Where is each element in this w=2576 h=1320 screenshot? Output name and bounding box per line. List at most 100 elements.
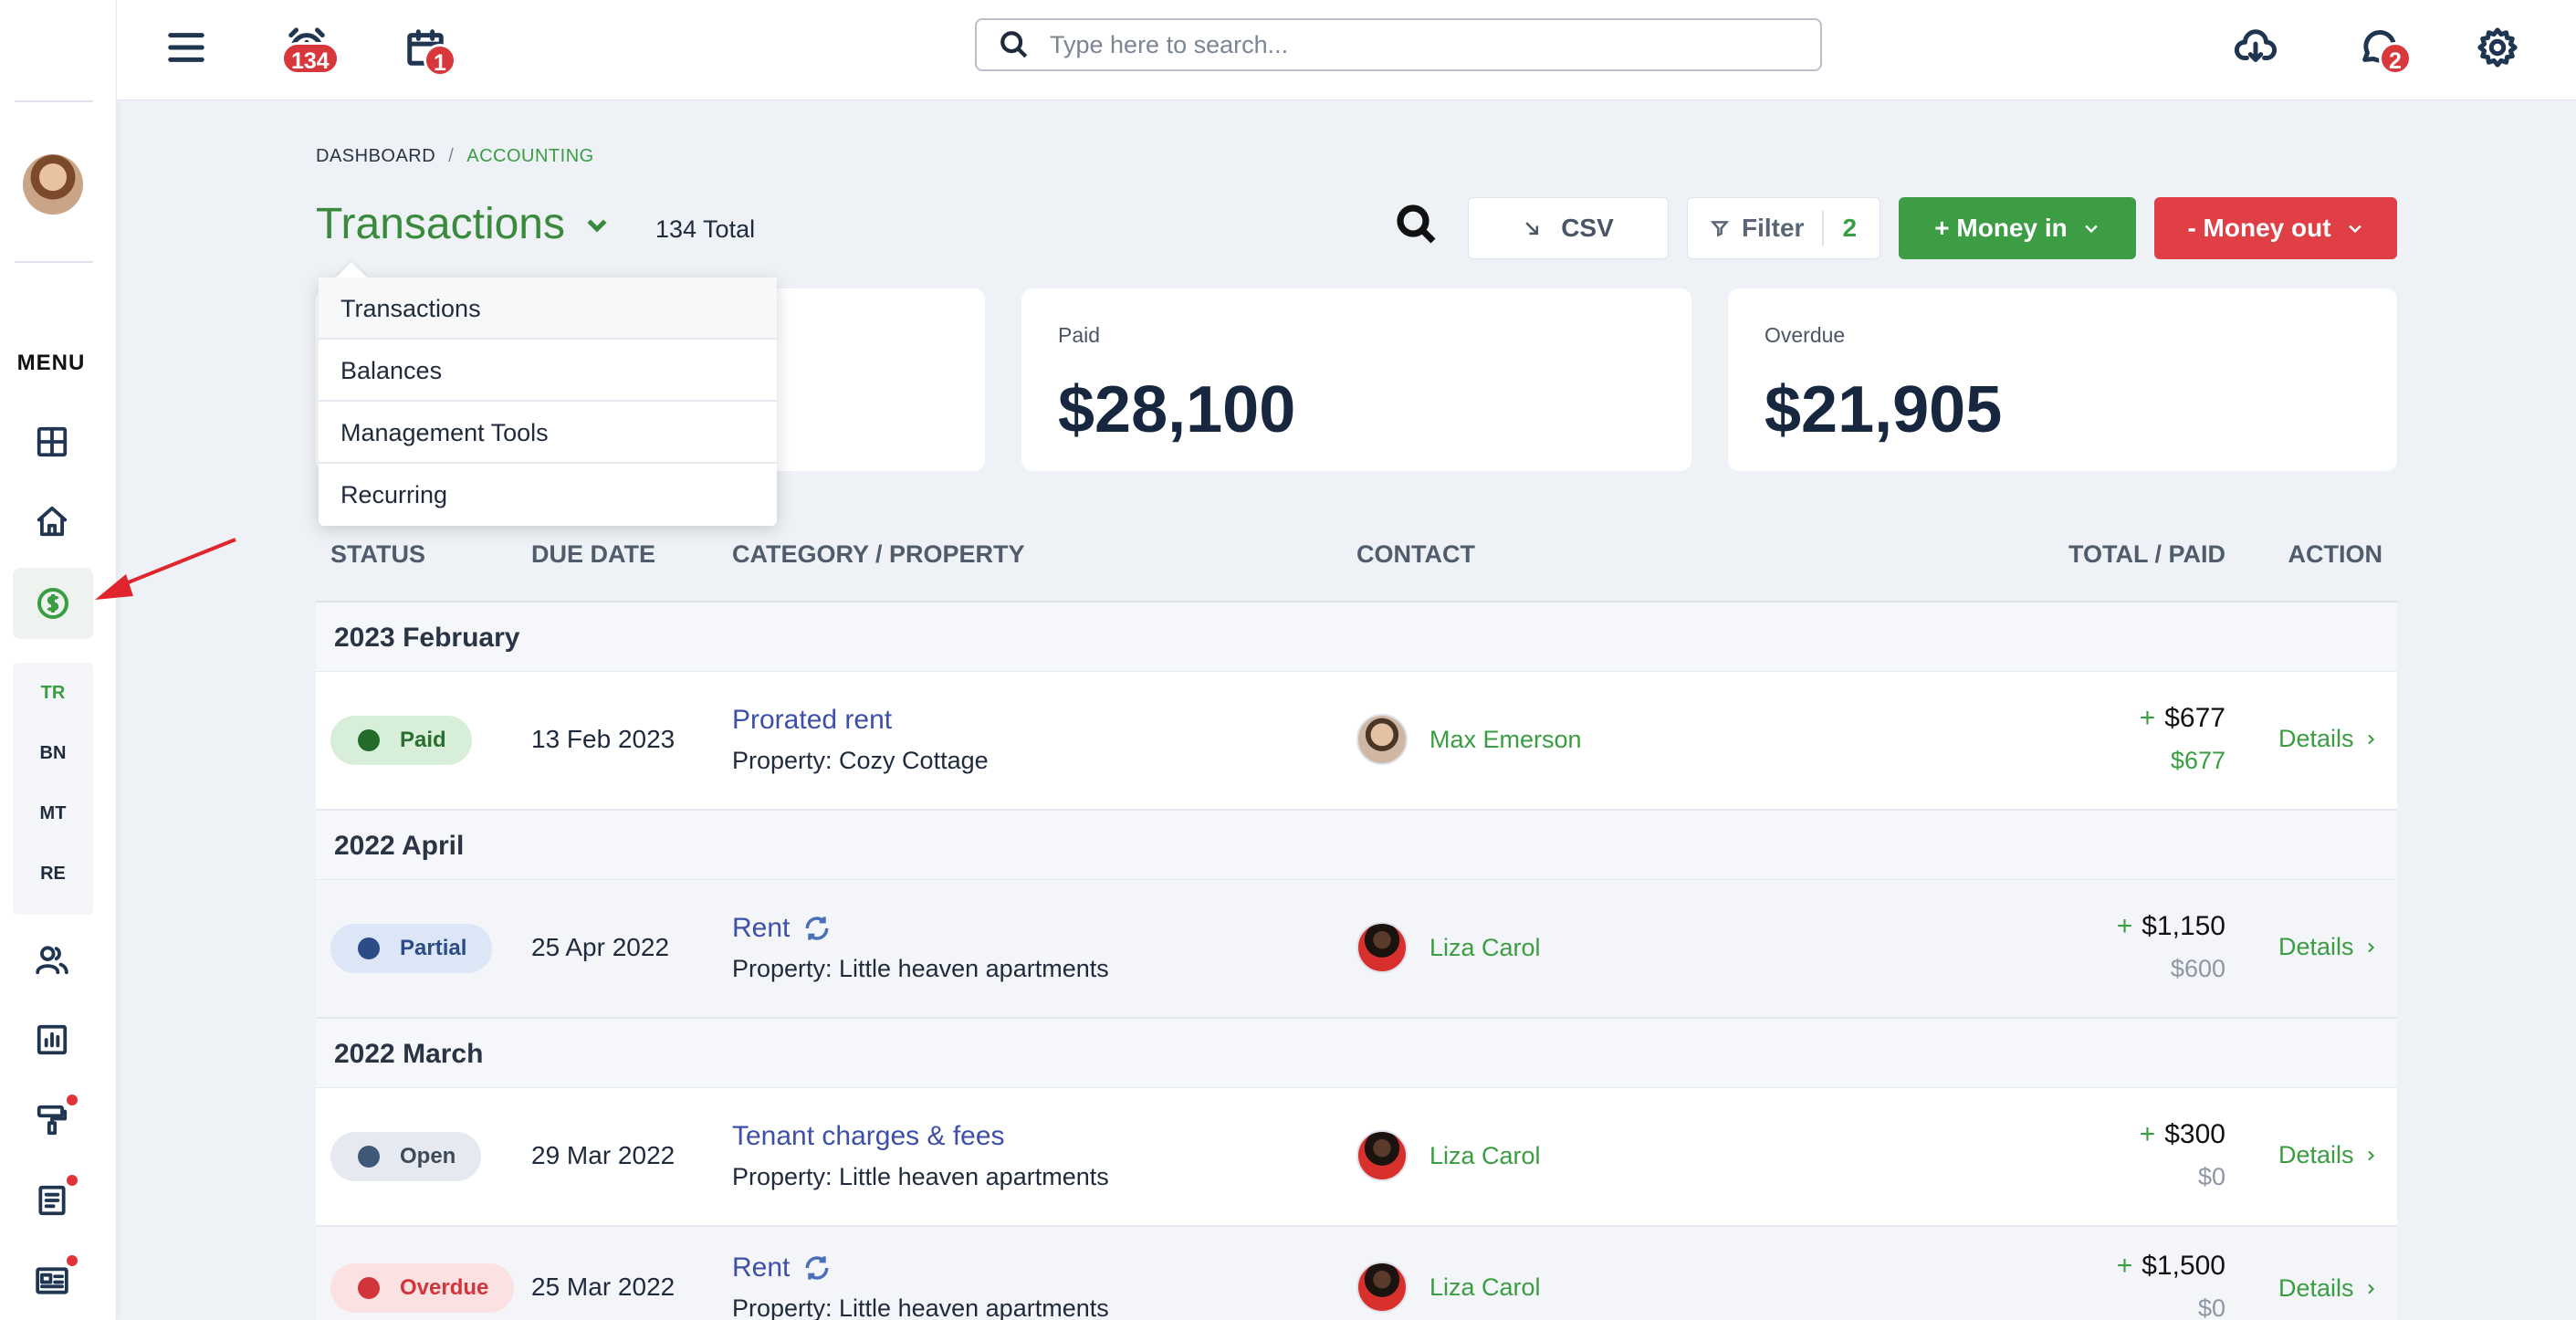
- money-in-button[interactable]: + Money in: [1899, 197, 2136, 259]
- chevron-down-icon: [2085, 225, 2098, 234]
- group-header: 2022 March: [316, 1019, 2397, 1088]
- column-header-due-date[interactable]: DUE DATE: [531, 540, 655, 569]
- details-link[interactable]: Details: [2278, 1141, 2378, 1169]
- category-link[interactable]: Rent: [732, 913, 832, 944]
- contact-avatar: [1356, 922, 1408, 973]
- dropdown-item-management-tools[interactable]: Management Tools: [319, 402, 777, 464]
- pointer-arrow-icon: [95, 538, 236, 600]
- details-link[interactable]: Details: [2278, 725, 2378, 753]
- due-date: 25 Apr 2022: [531, 933, 670, 961]
- breadcrumb-separator: /: [448, 146, 455, 166]
- paid-amount: $0: [2197, 1294, 2225, 1320]
- notification-dot: [67, 1255, 78, 1266]
- arrow-down-right-icon: [1525, 222, 1539, 236]
- due-date: 25 Mar 2022: [531, 1273, 675, 1301]
- sidebar: MENU TR BN MT RE: [0, 0, 117, 1320]
- plus-sign: +: [2116, 911, 2133, 941]
- calendar-count-badge: 1: [424, 44, 456, 77]
- category-link[interactable]: Tenant charges & fees: [732, 1121, 1005, 1152]
- money-out-label: - Money out: [2187, 214, 2331, 242]
- submenu-item-management-tools[interactable]: MT: [13, 783, 93, 843]
- dropdown-item-recurring[interactable]: Recurring: [319, 464, 777, 526]
- total-value: $300: [2164, 1119, 2225, 1149]
- table-search-icon[interactable]: [1395, 203, 1442, 250]
- category-link[interactable]: Rent: [732, 1252, 832, 1283]
- category-label: Tenant charges & fees: [732, 1121, 1005, 1151]
- dropdown-item-transactions[interactable]: Transactions: [319, 278, 777, 340]
- money-out-button[interactable]: - Money out: [2154, 197, 2397, 259]
- hamburger-menu-icon[interactable]: [159, 20, 214, 75]
- top-bar: 134 1 Type here to search... 2: [117, 0, 2576, 100]
- status-label: Paid: [400, 728, 446, 752]
- property-name: Property: Little heaven apartments: [732, 955, 1109, 982]
- settings-gear-icon[interactable]: [2470, 20, 2525, 75]
- contact-link[interactable]: Liza Carol: [1356, 922, 1541, 973]
- status-label: Overdue: [400, 1275, 489, 1300]
- total-count: 134 Total: [655, 215, 756, 243]
- column-header-total[interactable]: TOTAL / PAID: [2068, 540, 2225, 569]
- column-header-status[interactable]: STATUS: [330, 540, 425, 569]
- details-link[interactable]: Details: [2278, 933, 2378, 961]
- clock-icon: [358, 1277, 380, 1299]
- filter-icon: [1710, 221, 1729, 237]
- chevron-right-icon: [2367, 1150, 2374, 1160]
- total-amount: + $300: [2140, 1119, 2225, 1150]
- money-in-label: + Money in: [1934, 214, 2068, 242]
- search-icon: [1000, 31, 1028, 58]
- alerts-count-badge: 134: [281, 42, 340, 75]
- filter-button[interactable]: Filter 2: [1687, 197, 1880, 259]
- table-row[interactable]: Paid 13 Feb 2023 Prorated rent Property:…: [316, 672, 2397, 811]
- dashboard-icon[interactable]: [26, 415, 79, 468]
- contact-link[interactable]: Max Emerson: [1356, 714, 1582, 765]
- csv-export-button[interactable]: CSV: [1468, 197, 1669, 259]
- table-row[interactable]: Overdue 25 Mar 2022 Rent Property: Littl…: [316, 1227, 2397, 1320]
- divider: [1822, 211, 1825, 246]
- table-row[interactable]: Open 29 Mar 2022 Tenant charges & fees P…: [316, 1088, 2397, 1227]
- status-badge: Open: [330, 1132, 482, 1181]
- chevron-right-icon: [2367, 734, 2374, 744]
- avatar[interactable]: [23, 154, 83, 215]
- group-header: 2022 April: [316, 811, 2397, 880]
- home-icon[interactable]: [26, 495, 79, 548]
- accounting-nav-icon[interactable]: [13, 568, 93, 639]
- cloud-download-icon[interactable]: [2228, 20, 2283, 75]
- column-header-contact[interactable]: CONTACT: [1356, 540, 1475, 569]
- contact-link[interactable]: Liza Carol: [1356, 1262, 1541, 1313]
- chevron-down-icon: [2348, 225, 2361, 234]
- card-value: $21,905: [1764, 373, 2003, 446]
- recurring-icon: [805, 1256, 829, 1280]
- submenu-item-recurring[interactable]: RE: [13, 843, 93, 904]
- page-title-dropdown[interactable]: Transactions: [316, 199, 611, 249]
- submenu-item-transactions[interactable]: TR: [13, 663, 93, 723]
- table-row[interactable]: Partial 25 Apr 2022 Rent Property: Littl…: [316, 880, 2397, 1019]
- details-label: Details: [2278, 725, 2354, 752]
- total-amount: + $677: [2140, 703, 2225, 734]
- search-input[interactable]: Type here to search...: [975, 18, 1822, 71]
- contact-link[interactable]: Liza Carol: [1356, 1130, 1541, 1181]
- details-link[interactable]: Details: [2278, 1274, 2378, 1303]
- column-header-action: ACTION: [2288, 540, 2383, 568]
- submenu-item-balances[interactable]: BN: [13, 723, 93, 783]
- notification-dot: [67, 1095, 78, 1105]
- total-value: $1,150: [2141, 911, 2225, 941]
- status-label: Open: [400, 1144, 456, 1168]
- plus-sign: +: [2139, 1119, 2156, 1149]
- category-label: Prorated rent: [732, 705, 893, 735]
- reports-icon[interactable]: [26, 1013, 79, 1066]
- recurring-icon: [805, 917, 829, 940]
- contact-avatar: [1356, 1130, 1408, 1181]
- paid-amount: $677: [2170, 747, 2225, 774]
- dropdown-item-balances[interactable]: Balances: [319, 340, 777, 402]
- status-label: Partial: [400, 936, 467, 960]
- group-title: 2022 April: [334, 831, 465, 861]
- chevron-right-icon: [2367, 942, 2374, 952]
- messages-count-badge: 2: [2379, 42, 2412, 75]
- people-icon[interactable]: [26, 933, 79, 986]
- divider: [15, 100, 93, 102]
- filter-count: 2: [1842, 214, 1858, 242]
- contact-name: Liza Carol: [1429, 1141, 1541, 1169]
- column-header-category[interactable]: CATEGORY / PROPERTY: [732, 540, 1025, 569]
- breadcrumb-dashboard[interactable]: DASHBOARD: [316, 146, 435, 166]
- category-link[interactable]: Prorated rent: [732, 705, 892, 736]
- details-label: Details: [2278, 1274, 2354, 1302]
